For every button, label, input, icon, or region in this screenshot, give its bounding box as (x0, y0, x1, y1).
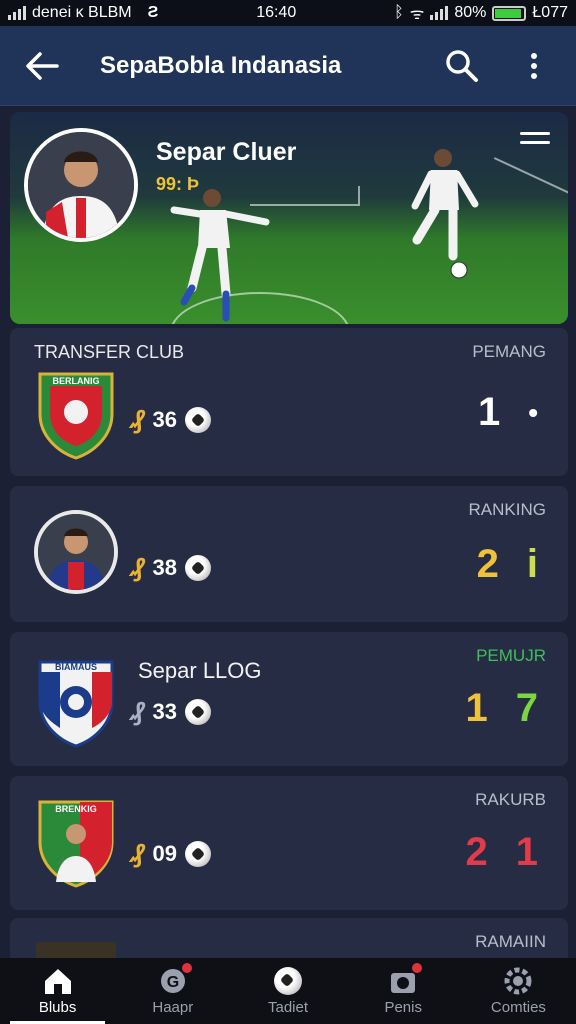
player-avatar[interactable] (34, 510, 118, 594)
more-options-button[interactable] (512, 44, 556, 88)
back-button[interactable] (20, 44, 64, 88)
status-extra: Ł077 (532, 4, 568, 21)
nav-item-blubs[interactable]: Blubs (0, 958, 115, 1024)
pitch-line (493, 157, 568, 197)
badge-text: BRENKIG (55, 804, 97, 814)
nav-label: Tadiet (267, 998, 309, 1016)
stat-value: 36 (152, 406, 177, 432)
rank-primary: 2 (476, 542, 499, 586)
notification-dot (412, 962, 423, 973)
nav-item-penis[interactable]: Penis (346, 958, 461, 1024)
rank-primary: 1 (465, 686, 488, 730)
trophy-icon: ₰ (130, 696, 145, 726)
stat-value: 33 (152, 698, 177, 724)
bluetooth-icon: ᛒ (394, 4, 404, 21)
battery-icon (492, 5, 527, 21)
rank-values: 2 1 (466, 830, 539, 875)
soccer-ball-icon (273, 966, 303, 995)
rank-secondary: • (528, 397, 538, 428)
soccer-ball-icon (184, 840, 211, 867)
badge-text: BERLANIG (53, 376, 100, 386)
trophy-icon: ₰ (130, 838, 145, 868)
rank-primary: 2 (465, 830, 488, 874)
soccer-ball-icon (184, 698, 211, 725)
stat-group: ₰ 36 (130, 404, 211, 435)
nav-item-comties[interactable]: Comties (461, 958, 576, 1024)
carrier-text: denei κ BLBM (32, 4, 132, 21)
more-vert-icon (531, 52, 537, 79)
rank-secondary: 1 (515, 830, 538, 874)
hero-title: Separ Cluer (156, 138, 297, 166)
g-badge-icon: G (158, 962, 192, 995)
svg-text:G: G (167, 974, 179, 991)
card-tag: PEMANG (472, 342, 546, 361)
trophy-icon: ₰ (130, 552, 145, 582)
hero-banner[interactable]: Separ Cluer 99: Þ (10, 112, 568, 324)
stat-group: ₰ 38 (130, 552, 211, 583)
stat-value: 09 (152, 840, 177, 866)
club-badge-icon: BIAMAUS (38, 660, 114, 748)
nav-label: Comties (490, 998, 546, 1016)
player-figure (411, 149, 479, 279)
stat-group: ₰ 09 (130, 838, 211, 869)
nav-item-tadiet[interactable]: Tadiet (230, 958, 345, 1024)
rank-values: 1 • (478, 390, 538, 436)
nav-label: Blubs (38, 998, 77, 1016)
rank-values: 2 i (477, 542, 538, 587)
club-badge-icon: BERLANIG (38, 372, 114, 460)
status-bar: denei κ BLBM Ƨ 16:40 ᛒ ᯤ 80% Ł077 (0, 0, 576, 26)
wifi-icon: ᯤ (409, 6, 425, 23)
card-tag: RANKING (468, 500, 546, 519)
bottom-navigation: Blubs G Haapr Tadiet Penis Comties (0, 958, 576, 1024)
card-tag: RAKURB (475, 790, 546, 809)
signal-strength-icon (430, 6, 449, 20)
club-card[interactable]: TRANSFER CLUB PEMANG BERLANIG ₰ 36 1 • (10, 328, 568, 476)
battery-percent: 80% (454, 4, 487, 21)
stat-group: ₰ 33 (130, 696, 211, 727)
trophy-icon: ₰ (130, 404, 145, 434)
card-tag: RAMAIIN (475, 932, 546, 951)
club-badge-icon: BRENKIG (38, 800, 114, 888)
clock: 16:40 (256, 4, 297, 21)
notification-icon: Ƨ (147, 4, 159, 21)
camera-icon (388, 962, 423, 995)
rank-primary: 1 (477, 390, 501, 434)
soccer-ball-icon (184, 406, 211, 433)
club-card[interactable]: RANKING ₰ 38 2 i (10, 486, 568, 622)
card-header: TRANSFER CLUB (34, 342, 185, 362)
home-icon (44, 968, 71, 994)
soccer-ball-icon (184, 554, 211, 581)
nav-label: Haapr (152, 998, 194, 1016)
notification-dot (181, 962, 192, 973)
stat-value: 38 (152, 554, 177, 580)
rank-secondary: i (526, 542, 538, 586)
club-card[interactable]: Separ LLOG PEMUJR BIAMAUS ₰ 33 1 7 (10, 632, 568, 766)
club-name: Separ LLOG (138, 658, 262, 683)
player-figure (170, 189, 270, 322)
badge-text: BIAMAUS (55, 662, 97, 672)
rank-values: 1 7 (466, 686, 539, 731)
app-bar: SepaBobla Indanasia (0, 26, 576, 106)
search-icon (446, 49, 478, 82)
player-avatar[interactable] (24, 128, 138, 242)
hero-score: 99: Þ (156, 174, 200, 194)
menu-icon[interactable] (520, 132, 550, 150)
club-card[interactable]: RAKURB BRENKIG ₰ 09 2 1 (10, 776, 568, 910)
app-title: SepaBobla Indanasia (100, 51, 342, 79)
search-button[interactable] (440, 44, 484, 88)
signal-icon (8, 6, 26, 20)
card-tag: PEMUJR (476, 646, 546, 665)
rank-secondary: 7 (515, 686, 538, 730)
nav-item-haapr[interactable]: G Haapr (115, 958, 230, 1024)
arrow-left-icon (26, 51, 59, 80)
gear-icon (504, 967, 532, 994)
nav-label: Penis (384, 998, 422, 1016)
